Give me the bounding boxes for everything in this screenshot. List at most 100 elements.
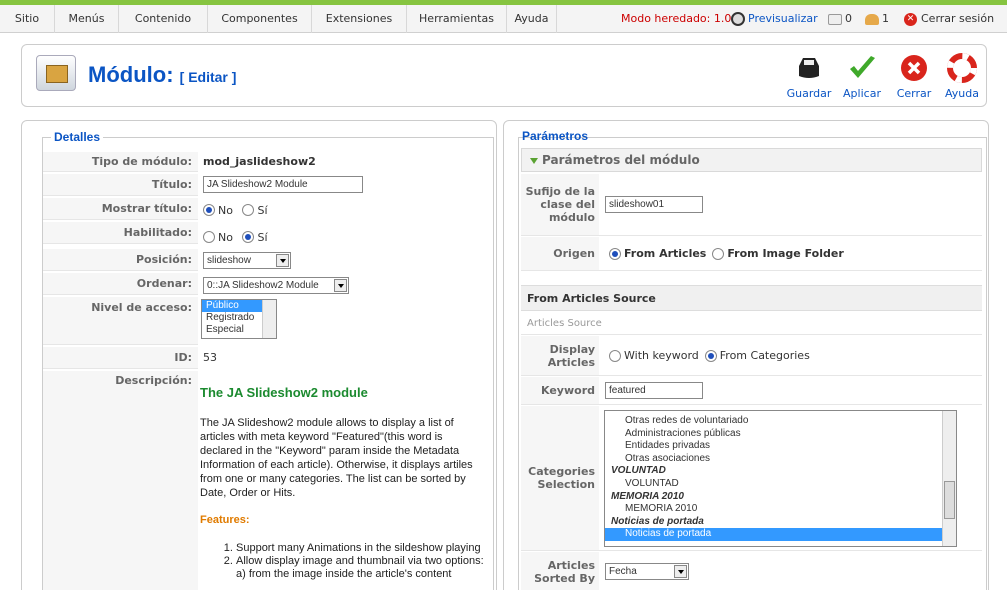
show-title-label: Mostrar título: [43,198,198,220]
description-content: The JA Slideshow2 module The JA Slidesho… [200,385,486,581]
position-label: Posición: [43,249,198,271]
category-option[interactable]: Administraciones públicas [605,428,956,441]
id-value: 53 [203,351,217,364]
categories-label: Categories Selection [521,406,599,550]
save-icon [799,58,819,78]
origin-label: Origen [521,237,599,270]
access-scrollbar[interactable] [262,300,276,338]
apply-label: Aplicar [843,87,881,100]
display-keyword-label: With keyword [624,349,699,362]
menu-site[interactable]: Sitio [0,5,55,33]
suffix-input[interactable]: slideshow01 [605,196,703,213]
lifebuoy-icon [947,53,977,83]
users-status[interactable]: 1 [865,5,889,33]
category-option[interactable]: Otras asociaciones [605,453,956,466]
module-type-label: Tipo de módulo: [43,152,198,172]
features-title: Features: [200,514,250,526]
category-option[interactable]: Entidades privadas [605,440,956,453]
apply-button[interactable]: Aplicar [837,53,887,100]
category-option-selected[interactable]: Noticias de portada [605,528,943,541]
close-button[interactable]: Cerrar [889,53,939,100]
display-row: Display Articles With keyword From Categ… [521,336,982,376]
details-legend: Detalles [51,130,104,144]
show-title-yes-radio[interactable] [242,204,255,216]
menu-help[interactable]: Ayuda [507,5,557,33]
keyword-row: Keyword featured [521,377,982,405]
chevron-down-icon [276,254,289,267]
chevron-down-icon [334,279,347,292]
description-label: Descripción: [43,371,198,590]
display-categories-radio[interactable] [704,349,717,362]
categories-listbox[interactable]: Otras redes de voluntariado Administraci… [604,410,957,547]
origin-articles-radio[interactable] [609,247,621,260]
description-text: The JA Slideshow2 module allows to displ… [200,417,473,499]
menu-extensions[interactable]: Extensiones [312,5,407,33]
display-label: Display Articles [521,336,599,375]
menu-menus[interactable]: Menús [55,5,119,33]
save-button[interactable]: Guardar [784,53,834,100]
scrollbar-thumb[interactable] [944,481,955,519]
category-option[interactable]: Otras redes de voluntariado [605,415,956,428]
display-keyword-radio[interactable] [609,349,621,362]
enabled-yes-radio[interactable] [242,231,255,243]
show-title-radios: No Sí [203,203,274,217]
page-title: Módulo: [ Editar ] [88,62,236,88]
title-input[interactable]: JA Slideshow2 Module [203,176,363,193]
position-value: slideshow [207,255,251,266]
keyword-input[interactable]: featured [605,382,703,399]
order-select[interactable]: 0::JA Slideshow2 Module [203,277,349,294]
articles-source-header: From Articles Source [521,285,982,311]
legacy-mode-status: Modo heredado: 1.0 [621,12,732,25]
access-label: Nivel de acceso: [43,297,198,345]
category-option[interactable]: MEMORIA 2010 [605,503,956,516]
origin-row: Origen From Articles From Image Folder [521,237,982,271]
enabled-no-label: No [218,230,233,244]
access-listbox[interactable]: Público Registrado Especial [201,299,277,339]
logout-link[interactable]: ✕ Cerrar sesión [904,5,994,33]
category-group: Noticias de portada [611,515,704,527]
menu-content[interactable]: Contenido [119,5,208,33]
messages-status[interactable]: 0 [828,5,852,33]
menu-components[interactable]: Componentes [208,5,312,33]
sorted-label: Articles Sorted By [521,552,599,590]
preview-label: Previsualizar [748,12,818,25]
title-label: Título: [43,174,198,196]
help-button[interactable]: Ayuda [937,53,987,100]
feature-2-text: Allow display image and thumbnail via tw… [236,555,484,567]
module-icon [36,55,76,91]
sorted-select[interactable]: Fecha [605,563,689,580]
main-menu-bar: Sitio Menús Contenido Componentes Extens… [0,5,1007,33]
enabled-label: Habilitado: [43,222,198,244]
params-panel-header[interactable]: Parámetros del módulo [521,148,982,172]
sorted-value: Fecha [609,566,637,577]
id-label: ID: [43,347,198,369]
logout-icon: ✕ [904,12,917,26]
enabled-radios: No Sí [203,230,274,244]
enabled-no-radio[interactable] [203,231,215,243]
origin-folder-radio[interactable] [712,247,725,260]
order-value: 0::JA Slideshow2 Module [207,280,319,291]
params-legend: Parámetros [522,129,589,143]
show-title-yes-label: Sí [257,203,268,217]
suffix-label: Sufijo de la clase del módulo [521,174,599,235]
menu-tools[interactable]: Herramientas [407,5,507,33]
users-count: 1 [882,12,889,25]
page-title-main: Módulo: [88,62,174,87]
suffix-row: Sufijo de la clase del módulo slideshow0… [521,174,982,236]
show-title-no-radio[interactable] [203,204,215,216]
position-select[interactable]: slideshow [203,252,291,269]
description-title: The JA Slideshow2 module [200,385,368,400]
feature-item: Allow display image and thumbnail via tw… [236,555,486,581]
sorted-row: Articles Sorted By Fecha [521,552,982,590]
category-group: MEMORIA 2010 [611,490,684,502]
magnifier-icon [731,12,745,26]
categories-scrollbar[interactable] [942,411,956,546]
origin-articles-label: From Articles [624,247,707,260]
category-option[interactable]: VOLUNTAD [605,478,956,491]
preview-link[interactable]: Previsualizar [731,5,818,33]
category-group: VOLUNTAD [611,465,666,477]
users-icon [865,13,879,25]
display-categories-label: From Categories [719,349,810,362]
articles-source-sub: Articles Source [521,313,982,335]
close-icon [901,55,927,81]
